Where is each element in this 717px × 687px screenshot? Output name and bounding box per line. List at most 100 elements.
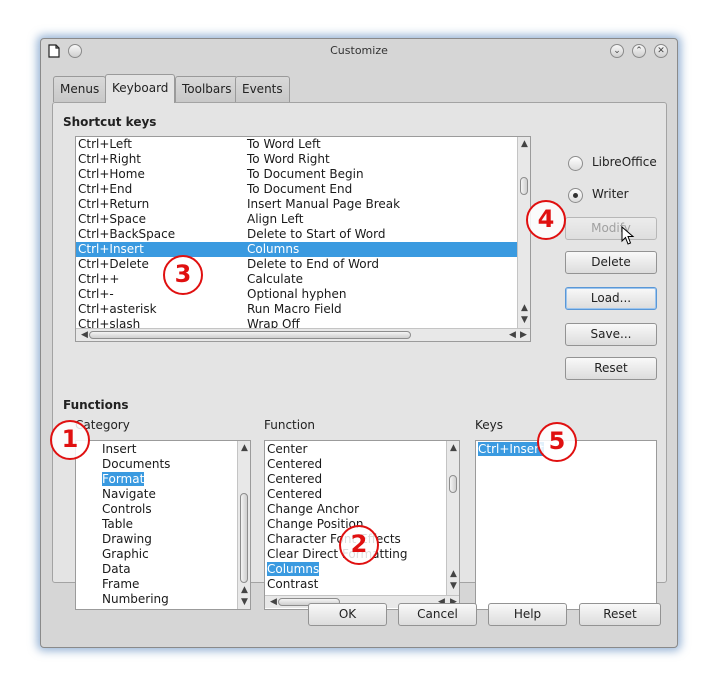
- scroll-up-icon[interactable]: ▲: [238, 443, 250, 453]
- category-item-label: Frame: [102, 577, 140, 591]
- table-row[interactable]: Ctrl+BackSpace Delete to Start of Word: [76, 227, 517, 242]
- table-row[interactable]: Ctrl+Delete Delete to End of Word: [76, 257, 517, 272]
- radio-writer-label[interactable]: Writer: [592, 187, 629, 201]
- key-item-label: Ctrl+Insert: [478, 442, 544, 456]
- category-item-label: Format: [102, 472, 145, 486]
- cancel-button[interactable]: Cancel: [398, 603, 477, 626]
- scroll-thumb[interactable]: [520, 177, 528, 195]
- list-item[interactable]: Format: [102, 472, 145, 487]
- tab-keyboard[interactable]: Keyboard: [105, 74, 176, 103]
- keys-list[interactable]: Ctrl+Insert: [475, 440, 657, 610]
- table-row[interactable]: Ctrl+End To Document End: [76, 182, 517, 197]
- category-vertical-scrollbar[interactable]: ▲ ▲ ▼: [237, 441, 250, 609]
- list-item[interactable]: Columns: [267, 562, 320, 577]
- scroll-down-icon[interactable]: ▼: [447, 581, 459, 591]
- scroll-up-icon[interactable]: ▲: [518, 139, 530, 149]
- annotation-marker-1: 1: [50, 420, 90, 460]
- table-row[interactable]: Ctrl+Return Insert Manual Page Break: [76, 197, 517, 212]
- scroll-up-icon[interactable]: ▲: [238, 585, 250, 595]
- help-button[interactable]: Help: [488, 603, 567, 626]
- shortcut-key-cell: Ctrl+Insert: [78, 242, 144, 256]
- shortcut-keys-list[interactable]: Ctrl+Left To Word Left Ctrl+Right To Word R…: [75, 136, 531, 342]
- table-row[interactable]: Ctrl+Insert Columns: [76, 242, 517, 257]
- scroll-thumb[interactable]: [449, 475, 457, 493]
- modify-button[interactable]: Modify: [565, 217, 657, 240]
- function-item-label: Character Font Effects: [267, 532, 401, 546]
- delete-button[interactable]: Delete: [565, 251, 657, 274]
- table-row[interactable]: Ctrl+- Optional hyphen: [76, 287, 517, 302]
- radio-writer[interactable]: [568, 188, 583, 203]
- scroll-up-icon[interactable]: ▲: [518, 303, 530, 313]
- list-item[interactable]: Controls: [102, 502, 152, 517]
- shortcut-function-cell: To Document End: [247, 182, 353, 196]
- list-item[interactable]: Character Font Effects: [267, 532, 401, 547]
- scroll-down-icon[interactable]: ▼: [518, 315, 530, 325]
- close-icon[interactable]: ✕: [654, 44, 668, 58]
- list-item[interactable]: Ctrl+Insert: [478, 442, 544, 457]
- function-label: Function: [264, 418, 316, 432]
- category-list[interactable]: Insert Documents Format Navigate Controls Tab…: [75, 440, 251, 610]
- scroll-right-icon[interactable]: ▶: [517, 330, 530, 340]
- annotation-marker-2: 2: [339, 525, 379, 565]
- list-item[interactable]: Contrast: [267, 577, 318, 592]
- list-item[interactable]: Change Anchor: [267, 502, 359, 517]
- maximize-icon[interactable]: ⌃: [632, 44, 646, 58]
- reset-button[interactable]: Reset: [579, 603, 661, 626]
- shortcut-key-cell: Ctrl+Delete: [78, 257, 149, 271]
- scroll-thumb[interactable]: [240, 493, 248, 583]
- list-item[interactable]: Frame: [102, 577, 139, 592]
- table-row[interactable]: Ctrl+Right To Word Right: [76, 152, 517, 167]
- scroll-thumb[interactable]: [89, 331, 411, 339]
- function-item-label: Centered: [267, 472, 323, 486]
- table-row[interactable]: Ctrl+Home To Document Begin: [76, 167, 517, 182]
- list-item[interactable]: Centered: [267, 457, 322, 472]
- load-button[interactable]: Load...: [565, 287, 657, 310]
- radio-libreoffice-label[interactable]: LibreOffice: [592, 155, 657, 169]
- list-item[interactable]: Centered: [267, 472, 322, 487]
- annotation-marker-4: 4: [526, 200, 566, 240]
- shortcut-vertical-scrollbar[interactable]: ▲ ▲ ▼: [517, 137, 530, 328]
- list-item[interactable]: Numbering: [102, 592, 169, 607]
- table-row[interactable]: Ctrl++ Calculate: [76, 272, 517, 287]
- scroll-down-icon[interactable]: ▼: [238, 597, 250, 607]
- keys-label: Keys: [475, 418, 504, 432]
- list-item[interactable]: Data: [102, 562, 131, 577]
- function-vertical-scrollbar[interactable]: ▲ ▲ ▼: [446, 441, 459, 595]
- reset-side-button[interactable]: Reset: [565, 357, 657, 380]
- shortcut-function-cell: Optional hyphen: [247, 287, 347, 301]
- function-item-label: Centered: [267, 487, 323, 501]
- list-item[interactable]: Insert: [102, 442, 136, 457]
- annotation-marker-5: 5: [537, 422, 577, 462]
- table-row[interactable]: Ctrl+Left To Word Left: [76, 137, 517, 152]
- list-item[interactable]: Graphic: [102, 547, 149, 562]
- table-row[interactable]: Ctrl+asterisk Run Macro Field: [76, 302, 517, 317]
- list-item[interactable]: Clear Direct Formatting: [267, 547, 408, 562]
- annotation-marker-3: 3: [163, 255, 203, 295]
- list-item[interactable]: Center: [267, 442, 307, 457]
- list-item[interactable]: Documents: [102, 457, 170, 472]
- radio-libreoffice[interactable]: [568, 156, 583, 171]
- shortcut-key-cell: Ctrl+asterisk: [78, 302, 157, 316]
- shortcut-function-cell: Delete to Start of Word: [247, 227, 386, 241]
- tab-menus[interactable]: Menus: [53, 76, 107, 102]
- save-button[interactable]: Save...: [565, 323, 657, 346]
- function-item-label: Clear Direct Formatting: [267, 547, 408, 561]
- function-item-label: Contrast: [267, 577, 319, 591]
- function-item-label: Columns: [267, 562, 320, 576]
- minimize-icon[interactable]: ⌄: [610, 44, 624, 58]
- tab-events[interactable]: Events: [235, 76, 290, 102]
- tab-toolbars[interactable]: Toolbars: [175, 76, 239, 102]
- shortcut-horizontal-scrollbar[interactable]: ◀ ◀ ▶: [76, 328, 530, 341]
- scroll-up-icon[interactable]: ▲: [447, 443, 459, 453]
- function-item-label: Center: [267, 442, 308, 456]
- list-item[interactable]: Table: [102, 517, 133, 532]
- ok-button[interactable]: OK: [308, 603, 387, 626]
- shortcut-key-cell: Ctrl+-: [78, 287, 114, 301]
- list-item[interactable]: Centered: [267, 487, 322, 502]
- category-item-label: Table: [102, 517, 134, 531]
- list-item[interactable]: Drawing: [102, 532, 152, 547]
- table-row[interactable]: Ctrl+Space Align Left: [76, 212, 517, 227]
- scroll-up-icon[interactable]: ▲: [447, 569, 459, 579]
- keyboard-tab-page: Shortcut keys Ctrl+Left To Word Left Ctrl+…: [52, 102, 667, 610]
- list-item[interactable]: Navigate: [102, 487, 156, 502]
